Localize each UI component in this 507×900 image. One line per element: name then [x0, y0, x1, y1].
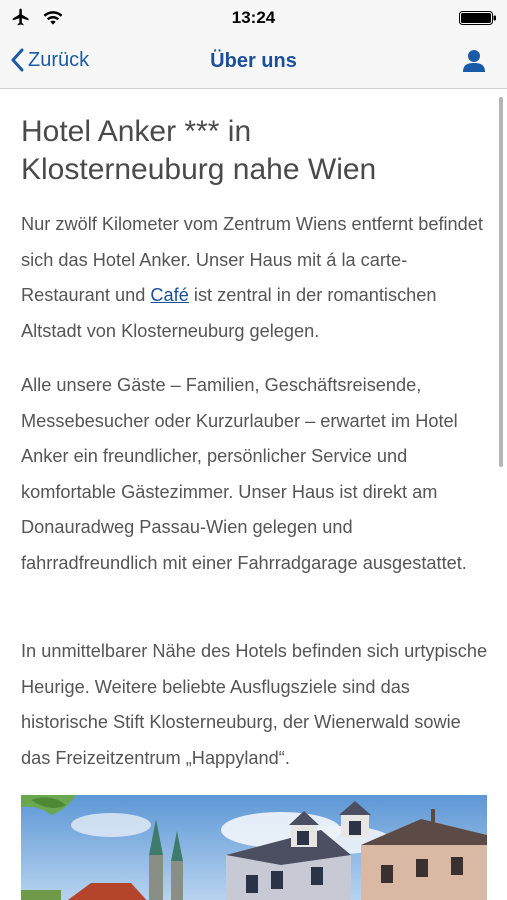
- user-icon[interactable]: [461, 48, 487, 74]
- hotel-photo: [21, 795, 487, 900]
- status-time: 13:24: [231, 8, 276, 27]
- page-nav-title: Über uns: [210, 50, 297, 72]
- status-bar: 13:24: [0, 0, 507, 36]
- page-title: Hotel Anker *** in Klosterneuburg nahe W…: [21, 115, 377, 186]
- battery-icon: [459, 11, 496, 25]
- surroundings-paragraph: In unmittelbarer Nähe des Hotels befinde…: [21, 641, 488, 768]
- nav-bar: Zurück Über uns: [0, 36, 507, 89]
- guests-paragraph: Alle unsere Gäste – Familien, Geschäftsr…: [21, 375, 467, 573]
- content-area[interactable]: Hotel Anker *** in Klosterneuburg nahe W…: [0, 89, 507, 900]
- intro-paragraph: Nur zwölf Kilometer vom Zentrum Wiens en…: [21, 207, 491, 349]
- scrollbar[interactable]: [499, 97, 503, 467]
- cafe-link[interactable]: Café: [150, 285, 188, 305]
